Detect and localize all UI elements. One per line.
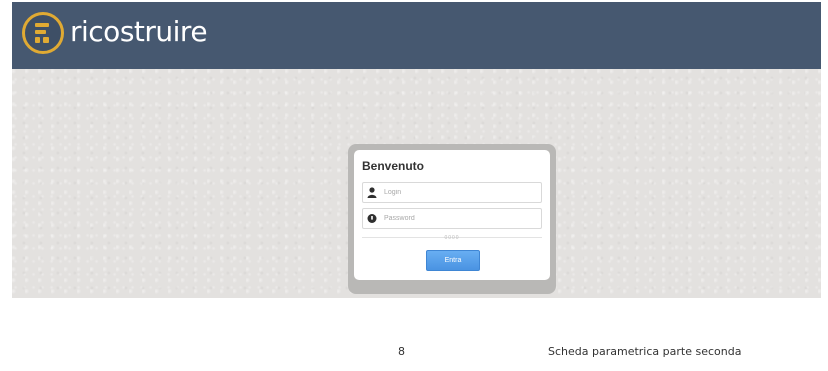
login-background: Benvenuto Login 0000 Entra — [12, 69, 821, 298]
document-title: Scheda parametrica parte seconda — [548, 345, 742, 358]
login-field[interactable] — [362, 182, 542, 203]
login-panel: Benvenuto Login 0000 Entra — [348, 144, 556, 294]
logo-mark-icon — [35, 23, 49, 43]
page: ricostruire Benvenuto Login 0000 Entra 8… — [0, 0, 828, 371]
password-input[interactable] — [382, 209, 540, 228]
ricostruire-logo-icon[interactable] — [22, 12, 64, 54]
login-title: Benvenuto — [362, 159, 425, 173]
login-input[interactable] — [382, 183, 540, 202]
lock-icon — [363, 209, 381, 228]
app-header: ricostruire — [12, 2, 821, 69]
page-number: 8 — [398, 345, 405, 358]
captcha-text: 0000 — [444, 235, 460, 241]
login-card: Benvenuto Login 0000 Entra — [354, 150, 550, 280]
password-field[interactable] — [362, 208, 542, 229]
user-icon — [363, 183, 381, 202]
submit-button[interactable]: Entra — [426, 250, 480, 271]
brand-name[interactable]: ricostruire — [70, 14, 208, 50]
